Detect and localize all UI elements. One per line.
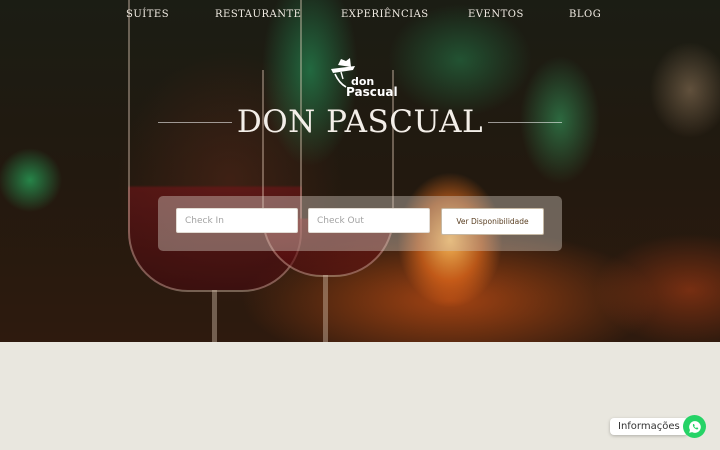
wine-glass-right-stem — [323, 275, 328, 342]
brand-logo-line2: Pascual — [346, 85, 398, 99]
hero-banner: SUÍTES RESTAURANTE EXPERIÊNCIAS EVENTOS … — [0, 0, 720, 342]
main-nav: SUÍTES RESTAURANTE EXPERIÊNCIAS EVENTOS … — [0, 9, 720, 23]
page-title: DON PASCUAL — [236, 104, 484, 140]
wine-glass-left-stem — [212, 290, 217, 342]
title-divider-right — [488, 122, 562, 123]
check-in-field[interactable] — [176, 208, 298, 233]
nav-item-experiencias[interactable]: EXPERIÊNCIAS — [341, 9, 429, 20]
whatsapp-icon — [688, 420, 701, 433]
chat-info-label[interactable]: Informações — [610, 418, 688, 435]
nav-item-blog[interactable]: BLOG — [569, 9, 601, 20]
whatsapp-button[interactable] — [683, 415, 706, 438]
check-availability-button[interactable]: Ver Disponibilidade — [441, 208, 544, 235]
nav-item-eventos[interactable]: EVENTOS — [468, 9, 524, 20]
title-divider-left — [158, 122, 232, 123]
nav-item-suites[interactable]: SUÍTES — [126, 9, 169, 20]
brand-logo-text: don Pascual — [346, 76, 398, 99]
nav-item-restaurante[interactable]: RESTAURANTE — [215, 9, 301, 20]
check-out-field[interactable] — [308, 208, 430, 233]
